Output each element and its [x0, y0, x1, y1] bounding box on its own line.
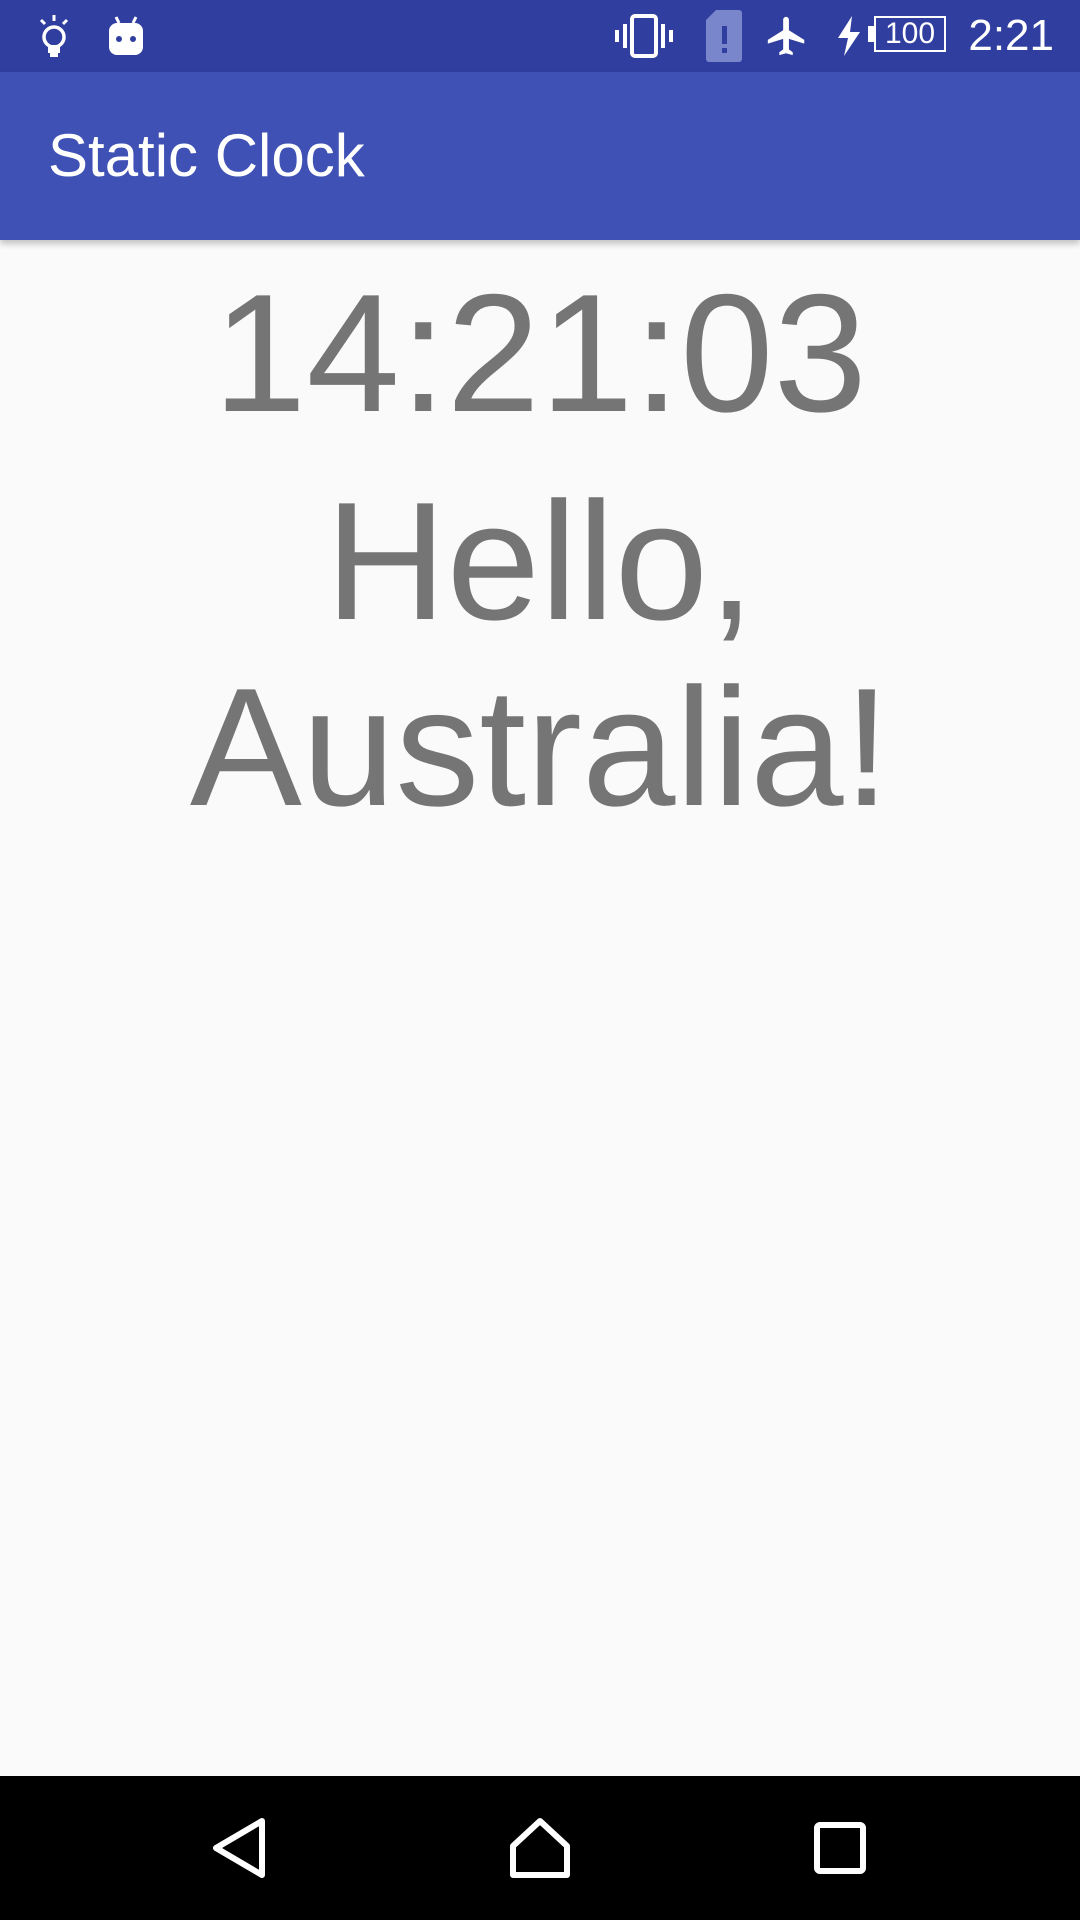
status-time: 2:21 — [968, 11, 1054, 60]
app-title: Static Clock — [48, 122, 365, 189]
home-icon — [510, 1818, 570, 1878]
lightbulb-icon — [34, 0, 74, 72]
vibrate-icon — [614, 0, 674, 72]
navigation-bar — [0, 1776, 1080, 1920]
airplane-mode-icon — [762, 0, 812, 72]
clock-display: 14:21:03 — [213, 259, 867, 447]
android-icon — [106, 0, 146, 72]
sim-alert-icon — [704, 0, 744, 72]
back-icon — [213, 1818, 265, 1878]
main-content: 14:21:03 Hello, Australia! — [0, 240, 1080, 1776]
battery-icon: 100 — [868, 16, 948, 54]
app-bar: Static Clock — [0, 72, 1080, 240]
back-button[interactable] — [170, 1776, 310, 1920]
charging-icon — [834, 0, 864, 72]
battery-level: 100 — [884, 17, 936, 50]
status-bar: 100 2:21 — [0, 0, 1080, 72]
recents-button[interactable] — [770, 1776, 910, 1920]
home-button[interactable] — [470, 1776, 610, 1920]
recents-icon — [814, 1822, 866, 1874]
greeting-text: Hello, Australia! — [189, 467, 891, 841]
